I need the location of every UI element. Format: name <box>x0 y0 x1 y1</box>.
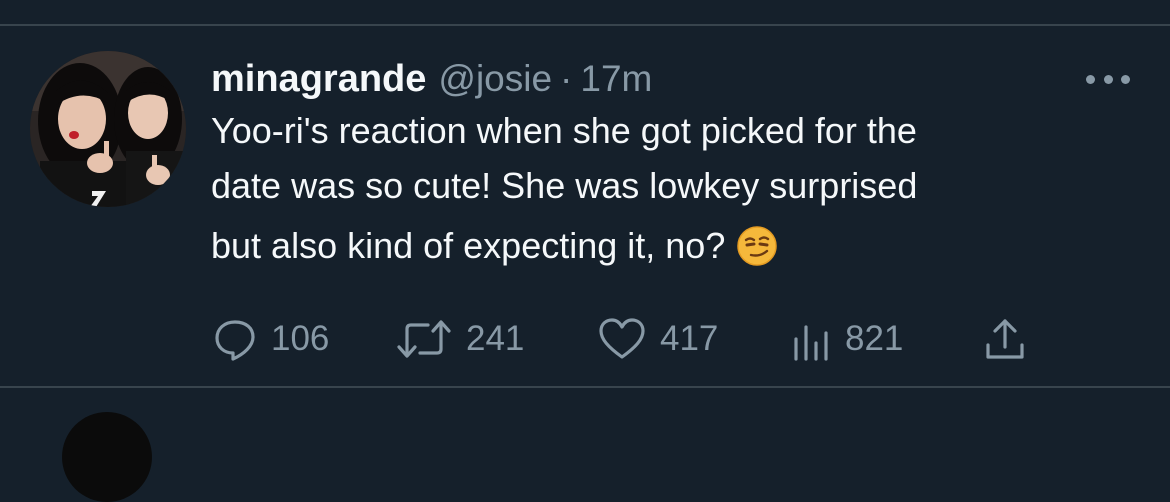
heart-icon <box>599 318 645 359</box>
reply-icon <box>215 320 255 361</box>
smirking-face-emoji-icon <box>737 226 778 266</box>
timestamp[interactable]: 17m <box>580 58 652 100</box>
retweet-icon <box>397 320 451 358</box>
share-button[interactable] <box>983 314 1027 364</box>
more-dot <box>1103 74 1113 84</box>
views-count: 821 <box>845 319 904 358</box>
user-handle[interactable]: @josie <box>438 58 552 100</box>
display-name[interactable]: minagrande <box>211 58 426 101</box>
tweet-text-line: date was so cute! She was lowkey surpris… <box>211 165 918 206</box>
share-icon <box>986 319 1024 359</box>
reply-count: 106 <box>271 319 330 358</box>
tweet-header: minagrande @josie · 17m <box>211 58 652 104</box>
tweet-text-line: Yoo-ri's reaction when she got picked fo… <box>211 110 917 151</box>
more-dot <box>1086 74 1095 84</box>
top-divider <box>0 24 1170 26</box>
like-button[interactable]: 417 <box>598 314 718 364</box>
more-dot <box>1121 74 1130 84</box>
views-button[interactable]: 821 <box>791 314 903 364</box>
tweet-text-line-last: but also kind of expecting it, no? <box>211 223 778 269</box>
more-options-icon[interactable] <box>1086 70 1130 88</box>
views-icon <box>794 325 828 361</box>
reply-button[interactable]: 106 <box>213 314 329 364</box>
separator-dot: · <box>560 58 573 99</box>
bottom-divider <box>0 386 1170 388</box>
tweet-text-line: but also kind of expecting it, no? <box>211 225 726 266</box>
avatar-photo <box>30 51 186 207</box>
retweet-button[interactable]: 241 <box>396 314 524 364</box>
like-count: 417 <box>660 319 719 358</box>
next-tweet-avatar[interactable] <box>62 412 152 502</box>
retweet-count: 241 <box>466 319 525 358</box>
avatar[interactable] <box>30 51 186 207</box>
